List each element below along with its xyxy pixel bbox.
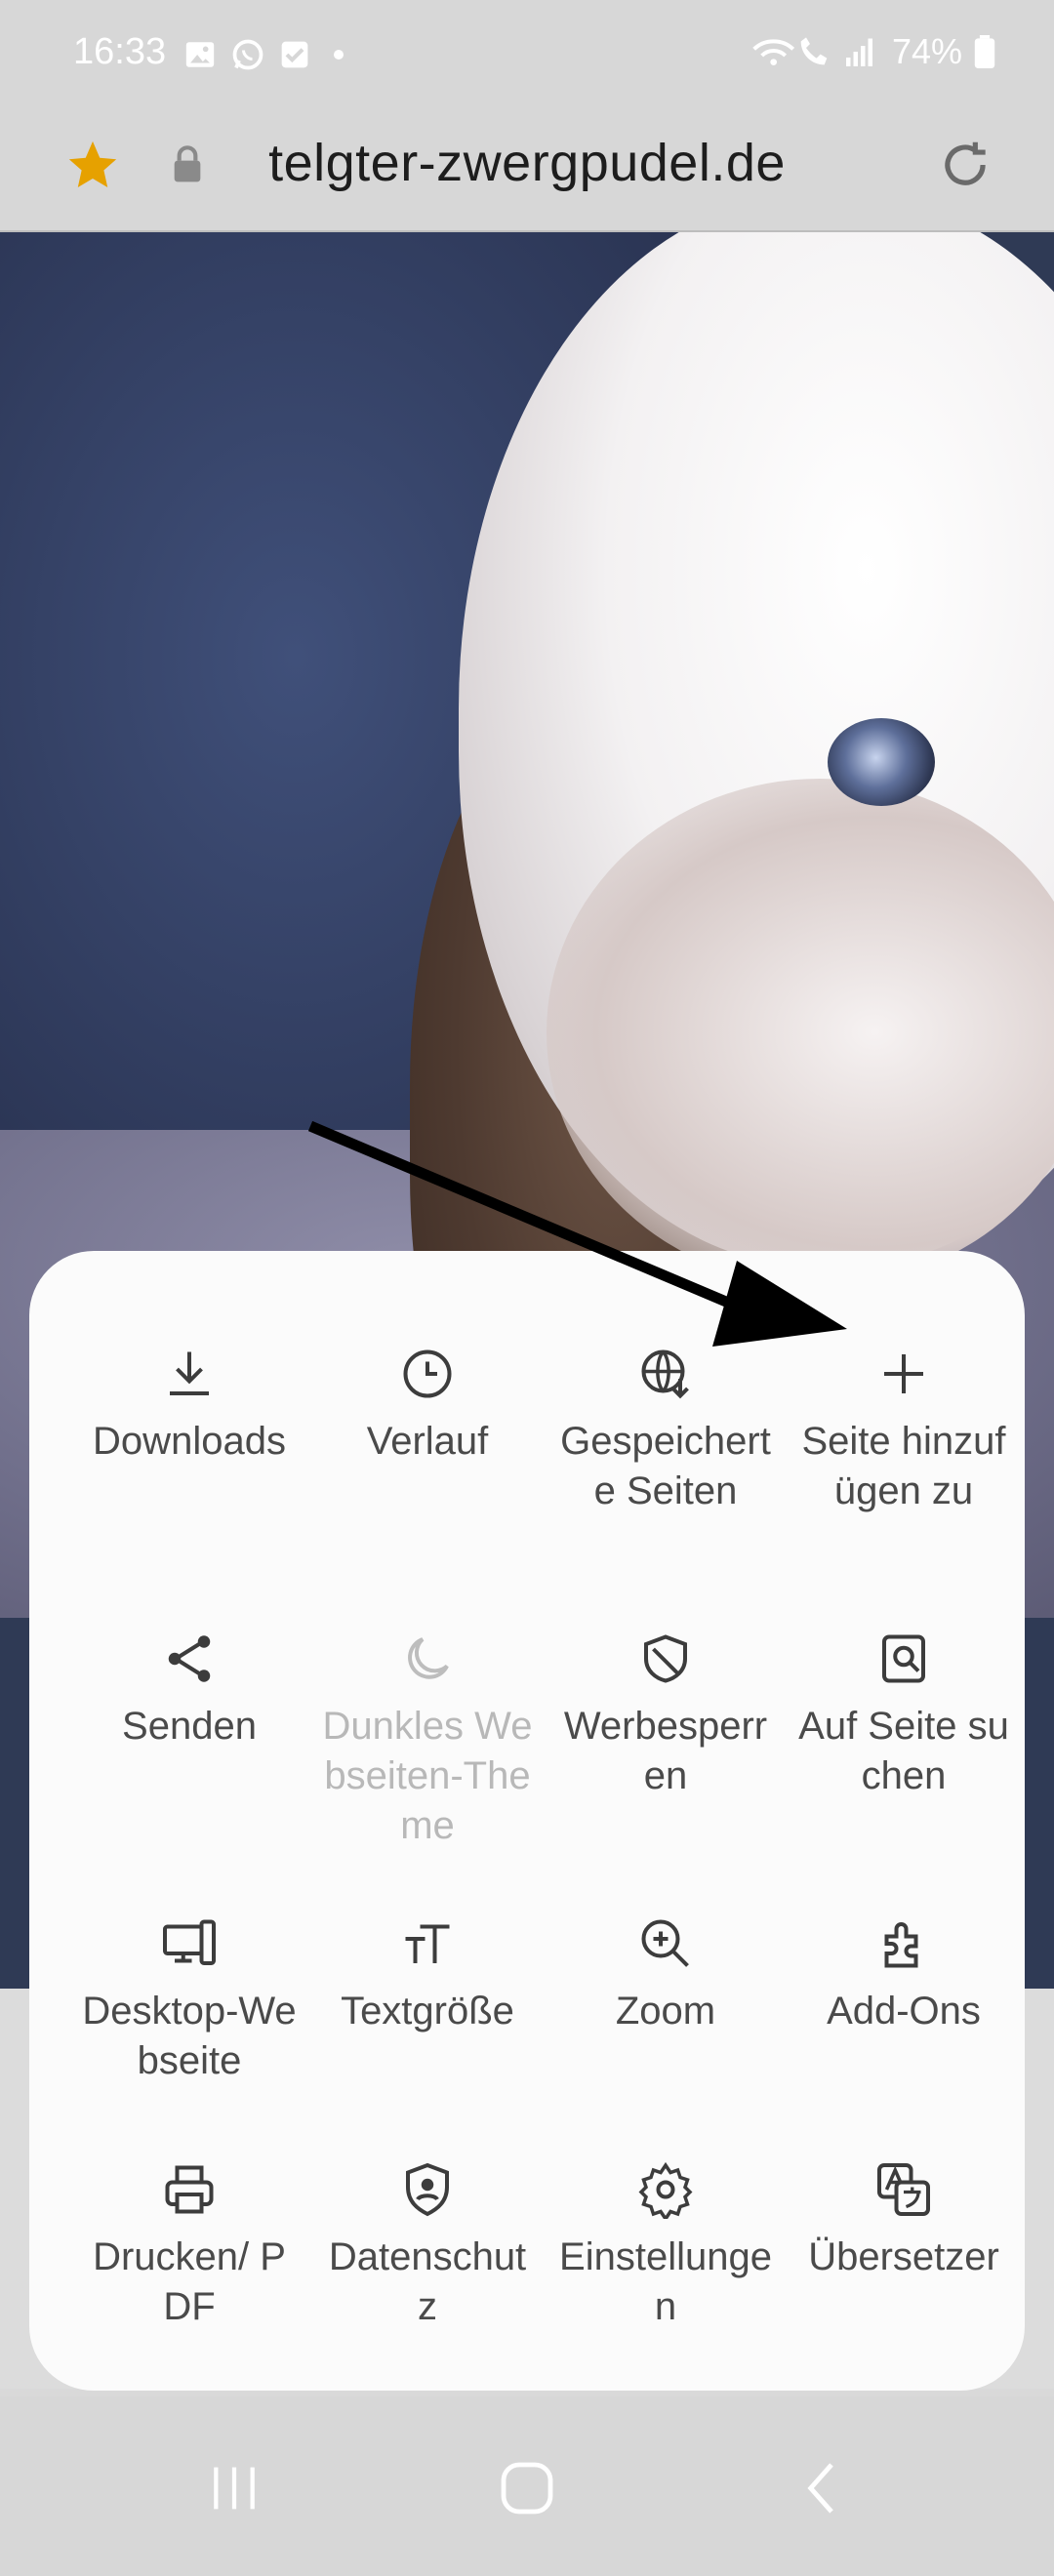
status-right: 74% xyxy=(751,31,995,72)
download-icon xyxy=(170,1351,209,1395)
menu-item-label: Verlauf xyxy=(366,1420,489,1463)
menu-item-label: Download​s xyxy=(93,1420,286,1463)
ad-block-icon xyxy=(644,1634,687,1683)
menu-item-find-in-page[interactable]: Auf Seite suchen xyxy=(796,1630,1011,1801)
dot-icon xyxy=(334,50,344,60)
back-icon[interactable] xyxy=(792,2457,855,2519)
menu-item-label: Seite hinzufüge​n zu xyxy=(801,1420,1006,1512)
settings-icon xyxy=(638,2161,693,2219)
menu-item-label: Auf Seite suchen xyxy=(798,1705,1009,1797)
menu-item-label: Dunkles Webseite​n-Theme xyxy=(322,1705,533,1847)
wifi-call-icon xyxy=(752,37,828,65)
menu-item-ad-block[interactable]: Werbespe​rren xyxy=(558,1630,773,1801)
home-icon[interactable] xyxy=(496,2457,558,2519)
menu-item-add-ons[interactable]: Add-Ons xyxy=(796,1914,1011,2036)
menu-item-label: Einstellun​gen xyxy=(559,2235,772,2328)
translate-icon xyxy=(877,2163,930,2216)
whatsapp-icon xyxy=(232,39,264,70)
menu-item-label: Übersetze​r xyxy=(808,2235,999,2278)
desktop-icon xyxy=(163,1919,216,1965)
menu-item-label: Senden xyxy=(122,1705,257,1748)
notification-icons xyxy=(183,37,353,72)
zoom-icon xyxy=(641,1919,689,1967)
add-ons-icon xyxy=(884,1922,918,1968)
menu-item-label: Werbespe​rren xyxy=(563,1705,768,1797)
menu-item-label: Textgröße xyxy=(341,1990,514,2033)
reload-icon[interactable] xyxy=(935,135,995,195)
menu-item-settings[interactable]: Einstellun​gen xyxy=(558,2160,773,2332)
menu-item-label: Drucken/ PDF xyxy=(93,2235,286,2328)
menu-item-privacy[interactable]: Datensch​utz xyxy=(320,2160,535,2332)
text-size-icon xyxy=(405,1924,450,1963)
checkbox-icon xyxy=(281,41,308,68)
menu-item-share[interactable]: Senden xyxy=(82,1630,297,1751)
menu-item-add-page-to[interactable]: Seite hinzufüge​n zu xyxy=(796,1345,1011,1516)
menu-item-saved-pages[interactable]: Gespeich​erte Seiten xyxy=(558,1345,773,1516)
battery-icon xyxy=(974,35,995,68)
share-icon xyxy=(168,1635,211,1682)
menu-item-label: Add-Ons xyxy=(827,1990,981,2033)
find-in-page-icon xyxy=(882,1634,925,1683)
address-bar: telgter-zwergpudel.de xyxy=(0,115,1054,232)
browser-menu-sheet: Download​s Verlauf Gespeich​erte Seiten … xyxy=(29,1251,1025,2391)
menu-item-desktop-site[interactable]: Desktop-Webseite xyxy=(82,1914,297,2086)
plus-icon xyxy=(884,1354,923,1393)
menu-item-label: Gespeich​erte Seiten xyxy=(560,1420,771,1512)
status-bar: 16:33 74% xyxy=(0,0,1054,115)
gallery-icon xyxy=(185,42,215,67)
menu-item-label: Zoom xyxy=(615,1990,716,2033)
signal-icon xyxy=(845,38,872,66)
menu-item-label: Datensch​utz xyxy=(328,2235,527,2328)
print-icon xyxy=(165,2165,214,2214)
menu-item-label: Desktop-Webseite xyxy=(82,1990,297,2082)
menu-item-downloads[interactable]: Download​s xyxy=(82,1345,297,1467)
menu-item-zoom[interactable]: Zoom xyxy=(558,1914,773,2036)
system-nav-bar xyxy=(0,2396,1054,2576)
url-text[interactable]: telgter-zwergpudel.de xyxy=(0,133,1054,193)
battery-percent: 74% xyxy=(891,31,962,71)
recent-apps-icon[interactable] xyxy=(203,2457,265,2519)
privacy-icon xyxy=(406,2162,449,2217)
menu-item-print-pdf[interactable]: Drucken/ PDF xyxy=(82,2160,297,2332)
menu-item-dark-theme[interactable]: Dunkles Webseite​n-Theme xyxy=(320,1630,535,1851)
annotation-arrow-icon xyxy=(307,1120,847,1347)
menu-grid: Download​s Verlauf Gespeich​erte Seiten … xyxy=(29,1251,1025,2391)
status-time: 16:33 xyxy=(73,31,167,72)
menu-item-translator[interactable]: Übersetze​r xyxy=(796,2160,1011,2282)
moon-icon xyxy=(408,1637,449,1679)
menu-item-text-size[interactable]: Textgröße xyxy=(320,1914,535,2036)
